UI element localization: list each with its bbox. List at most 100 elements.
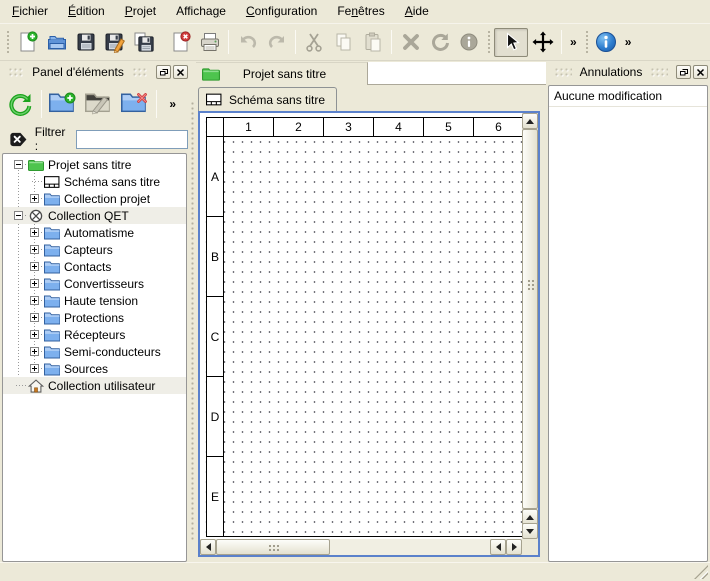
resize-grip[interactable] (694, 565, 708, 579)
open-button[interactable] (42, 28, 71, 57)
close-file-button[interactable] (166, 28, 195, 57)
print-button[interactable] (195, 28, 224, 57)
expand-icon[interactable] (30, 228, 39, 237)
undo-button (233, 28, 262, 57)
new-document-button[interactable] (13, 28, 42, 57)
tree-item-recepteurs[interactable]: Récepteurs (3, 326, 186, 343)
save-as-button[interactable] (100, 28, 129, 57)
tree-item-convertisseurs[interactable]: Convertisseurs (3, 275, 186, 292)
vertical-scrollbar[interactable] (522, 113, 538, 539)
menu-fichier[interactable]: Fichier (2, 1, 58, 22)
toolbar-drag-handle[interactable] (584, 29, 589, 55)
column-header: 1 (224, 117, 274, 137)
scroll-up-button[interactable] (522, 113, 538, 129)
expand-icon[interactable] (30, 245, 39, 254)
column-headers: 1 2 3 4 5 6 (206, 117, 522, 137)
delete-icon (400, 31, 422, 53)
reload-collections-button[interactable] (4, 88, 36, 120)
tree-item-capteurs[interactable]: Capteurs (3, 241, 186, 258)
toolbar-drag-handle[interactable] (486, 29, 491, 55)
toolbar-extension-chevron[interactable]: » (621, 35, 636, 49)
delete-category-button[interactable] (119, 88, 151, 120)
undo-history-item[interactable]: Aucune modification (549, 86, 707, 107)
main-toolbar: » » (0, 24, 710, 61)
information-gray-icon (459, 32, 479, 52)
thumb-grip (267, 544, 281, 552)
cut-button (300, 28, 329, 57)
move-mode-button[interactable] (528, 28, 557, 57)
save-all-button[interactable] (129, 28, 158, 57)
scroll-left-button[interactable] (490, 539, 506, 555)
close-panel-button[interactable] (693, 65, 708, 79)
menu-fenetres[interactable]: Fenêtres (327, 1, 394, 22)
menu-affichage[interactable]: Affichage (166, 1, 236, 22)
save-button[interactable] (71, 28, 100, 57)
tree-item-collection-projet[interactable]: Collection projet (3, 190, 186, 207)
elements-panel-titlebar[interactable]: Panel d'éléments (2, 62, 188, 82)
new-category-button[interactable] (47, 88, 79, 120)
menu-edition[interactable]: Édition (58, 1, 115, 22)
save-all-icon (133, 31, 155, 53)
tree-item-sources[interactable]: Sources (3, 360, 186, 377)
clear-filter-icon[interactable] (8, 131, 29, 148)
tree-item-collection-utilisateur[interactable]: Collection utilisateur (3, 377, 186, 394)
toolbar-drag-handle[interactable] (5, 29, 10, 55)
elements-tree: Projet sans titre Schéma sans titre Coll… (2, 153, 187, 562)
close-panel-button[interactable] (173, 65, 188, 79)
home-icon (28, 379, 44, 393)
tree-item-contacts[interactable]: Contacts (3, 258, 186, 275)
filter-input[interactable] (76, 130, 188, 149)
folder-icon (44, 243, 60, 257)
vertical-scrollbar-thumb[interactable] (522, 129, 538, 509)
move-mode-icon (532, 31, 554, 53)
status-bar (0, 562, 710, 581)
menu-configuration[interactable]: Configuration (236, 1, 327, 22)
expand-icon[interactable] (30, 279, 39, 288)
about-qet-button[interactable] (592, 28, 621, 57)
tree-item-haute-tension[interactable]: Haute tension (3, 292, 186, 309)
tree-item-protections[interactable]: Protections (3, 309, 186, 326)
expand-icon[interactable] (30, 313, 39, 322)
titlebar-texture (554, 67, 572, 77)
expand-icon[interactable] (30, 194, 39, 203)
menu-aide[interactable]: Aide (395, 1, 439, 22)
float-panel-button[interactable] (156, 65, 171, 79)
panel-toolbar-chevron[interactable]: » (165, 97, 180, 111)
paste-button (358, 28, 387, 57)
expand-icon[interactable] (30, 364, 39, 373)
project-tab[interactable]: Projet sans titre (196, 62, 368, 85)
frame-corner-cell (206, 117, 224, 137)
annulations-panel-titlebar[interactable]: Annulations (548, 62, 708, 82)
redo-button (262, 28, 291, 57)
horizontal-scrollbar-thumb[interactable] (216, 539, 330, 555)
schema-icon (44, 175, 60, 189)
dock-splitter[interactable] (189, 100, 195, 540)
tree-item-collection-qet[interactable]: Collection QET (3, 207, 186, 224)
expand-icon[interactable] (30, 330, 39, 339)
scroll-right-button[interactable] (506, 539, 522, 555)
arrow-left-icon (206, 543, 211, 551)
titlebar-texture (132, 67, 148, 77)
horizontal-scrollbar[interactable] (200, 539, 522, 555)
diagram-scene[interactable]: 1 2 3 4 5 6 A B C D E (200, 113, 522, 539)
toolbar-extension-chevron[interactable]: » (566, 35, 581, 49)
float-panel-button[interactable] (676, 65, 691, 79)
tree-item-automatisme[interactable]: Automatisme (3, 224, 186, 241)
menu-projet[interactable]: Projet (115, 1, 166, 22)
scroll-down-button[interactable] (522, 523, 538, 539)
redo-icon (266, 31, 288, 53)
diagram-tab[interactable]: Schéma sans titre (198, 87, 337, 111)
tree-item-semi-conducteurs[interactable]: Semi-conducteurs (3, 343, 186, 360)
expand-icon[interactable] (30, 262, 39, 271)
delete-category-icon (121, 92, 149, 116)
row-header: A (206, 137, 224, 217)
collapse-icon[interactable] (14, 160, 23, 169)
collapse-icon[interactable] (14, 211, 23, 220)
tree-item-projet[interactable]: Projet sans titre (3, 156, 186, 173)
selection-pointer-button[interactable] (494, 28, 528, 57)
expand-icon[interactable] (30, 296, 39, 305)
undo-history-list[interactable]: Aucune modification (548, 85, 708, 562)
expand-icon[interactable] (30, 347, 39, 356)
tree-item-schema[interactable]: Schéma sans titre (3, 173, 186, 190)
scroll-left-button[interactable] (200, 539, 216, 555)
